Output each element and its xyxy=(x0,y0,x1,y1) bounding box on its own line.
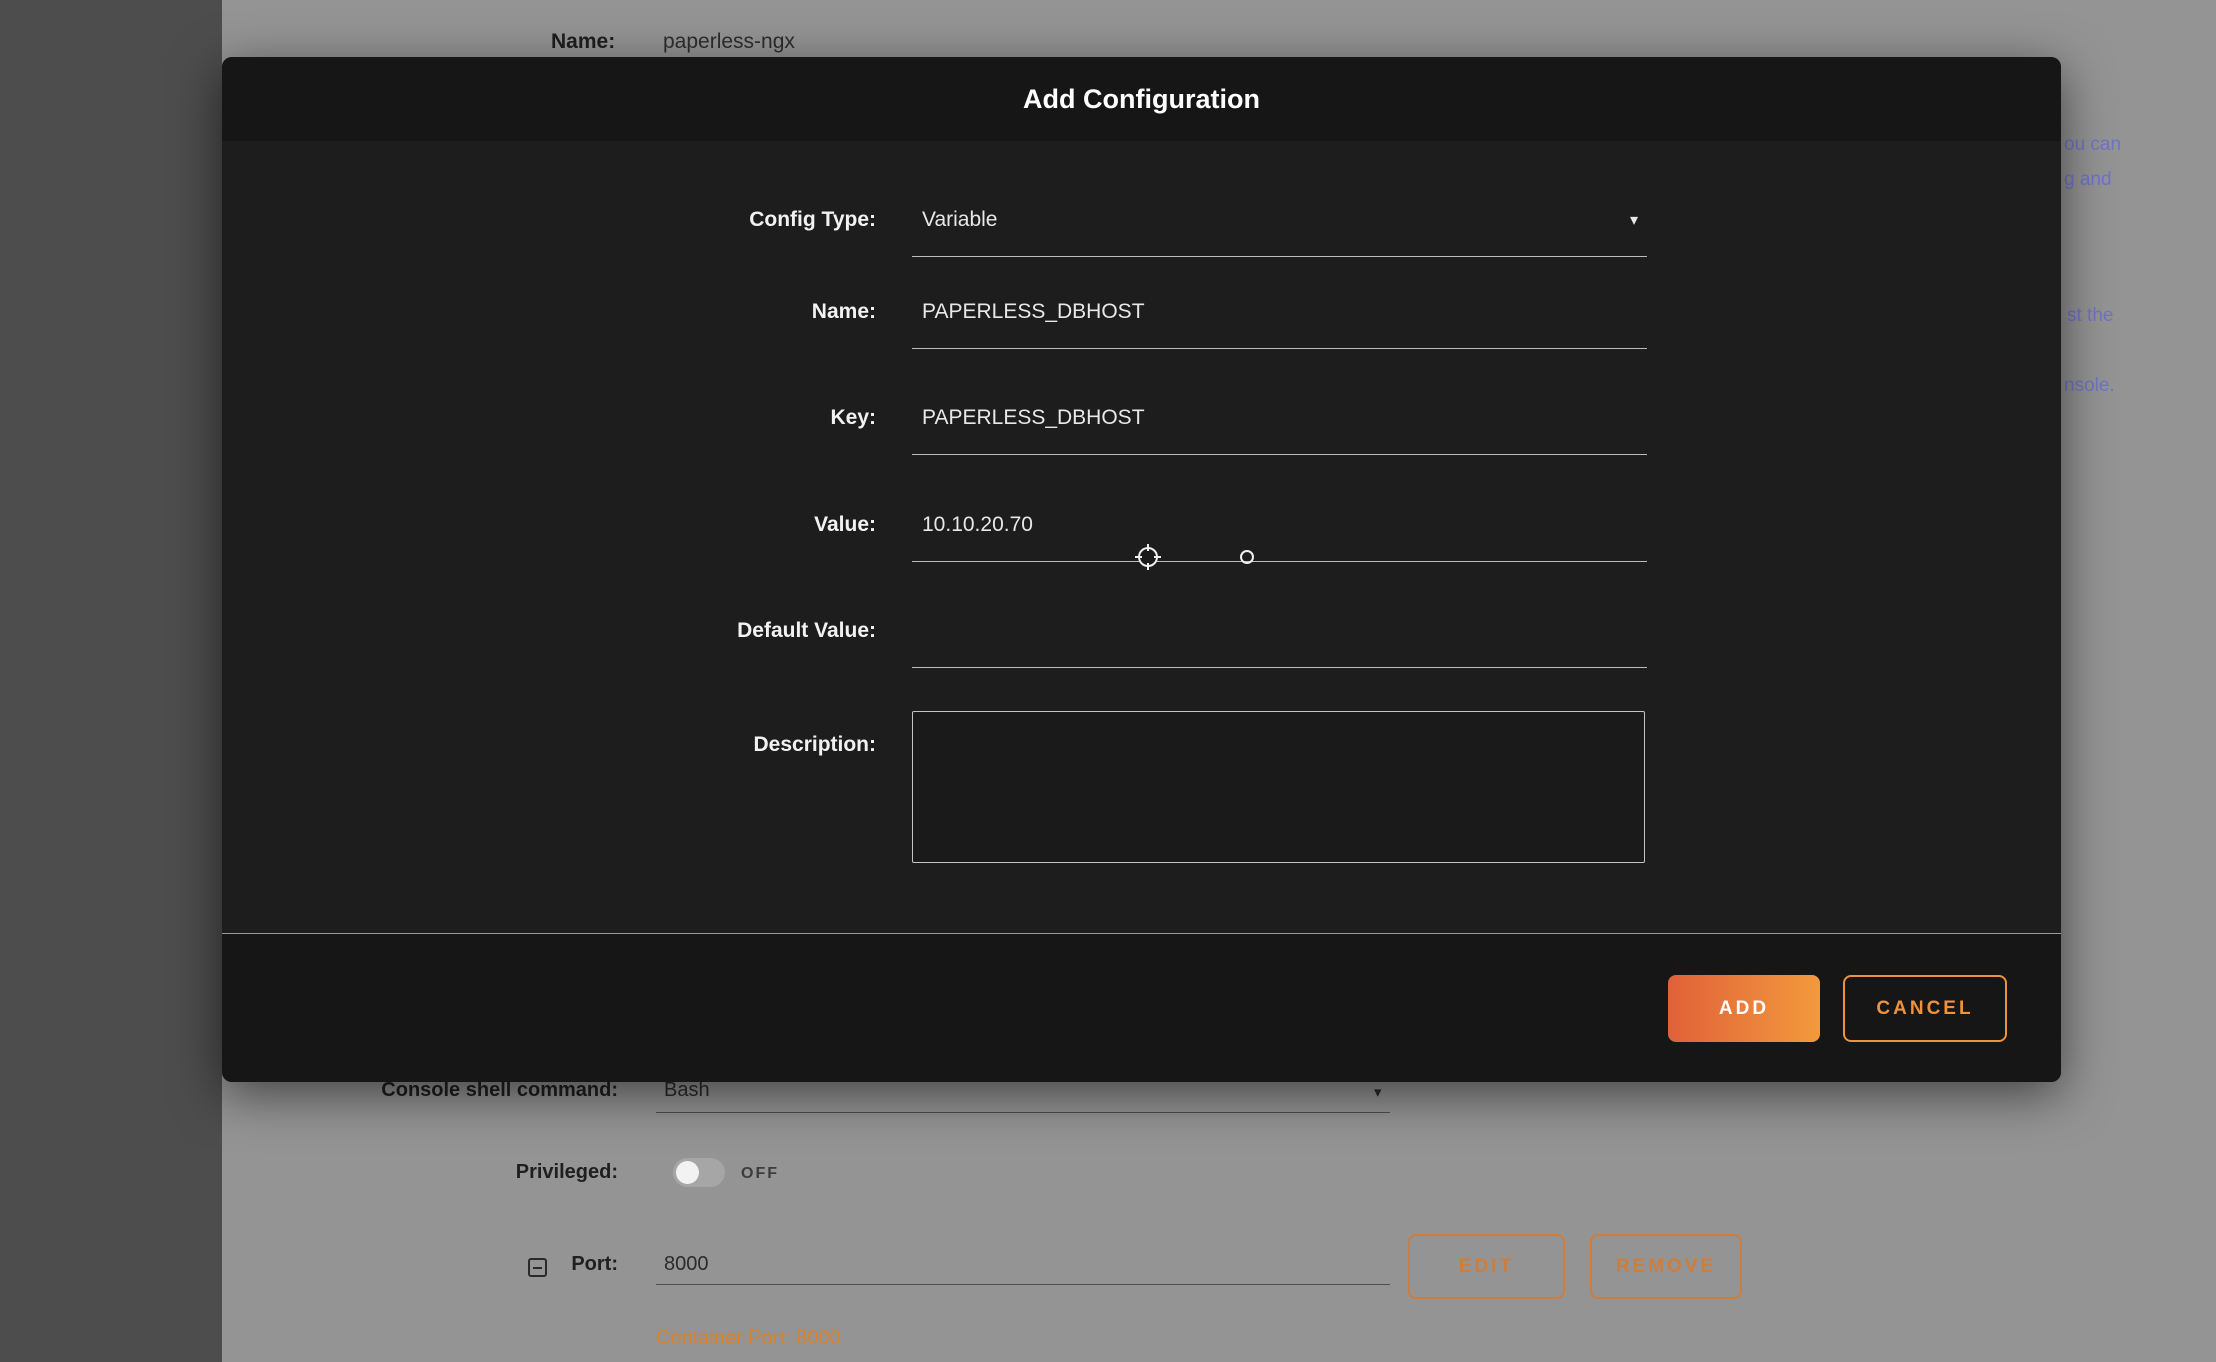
privileged-toggle[interactable] xyxy=(673,1158,725,1187)
name-input[interactable]: PAPERLESS_DBHOST xyxy=(922,300,1522,326)
modal-header: Add Configuration xyxy=(222,57,2061,141)
config-type-label: Config Type: xyxy=(642,208,876,232)
minus-glyph xyxy=(533,1267,542,1269)
console-shell-select[interactable]: Bash xyxy=(664,1079,710,1102)
mouse-cursor-icon xyxy=(1133,542,1163,572)
collapse-icon[interactable] xyxy=(528,1258,547,1277)
cancel-button[interactable]: CANCEL xyxy=(1843,975,2007,1042)
description-label: Description: xyxy=(642,733,876,757)
console-shell-label: Console shell command: xyxy=(349,1079,618,1102)
port-input[interactable]: 8000 xyxy=(664,1253,709,1276)
bg-text-fragment: nsole. xyxy=(2064,375,2115,397)
chevron-down-icon[interactable]: ▾ xyxy=(1630,210,1638,230)
description-textarea[interactable] xyxy=(912,711,1645,863)
key-label: Key: xyxy=(642,406,876,430)
bg-text-fragment: ou can xyxy=(2064,134,2121,156)
console-shell-underline xyxy=(656,1112,1390,1113)
privileged-state-text: OFF xyxy=(741,1165,779,1183)
modal-title: Add Configuration xyxy=(222,84,2061,115)
screen: Name: paperless-ngx ou can g and st the … xyxy=(0,0,2216,1362)
name-label: Name: xyxy=(642,300,876,324)
default-value-label: Default Value: xyxy=(642,619,876,643)
chevron-down-icon[interactable]: ▾ xyxy=(1374,1083,1382,1101)
edit-button[interactable]: EDIT xyxy=(1408,1234,1565,1299)
port-label: Port: xyxy=(549,1253,618,1276)
key-input[interactable]: PAPERLESS_DBHOST xyxy=(922,406,1522,432)
bg-name-value: paperless-ngx xyxy=(663,30,795,54)
toggle-knob xyxy=(676,1161,699,1184)
add-button[interactable]: ADD xyxy=(1668,975,1820,1042)
modal-separator xyxy=(222,933,2061,934)
value-input[interactable]: 10.10.20.70 xyxy=(922,513,1522,539)
bg-name-label: Name: xyxy=(551,30,615,54)
port-underline xyxy=(656,1284,1390,1285)
key-underline xyxy=(912,454,1647,455)
bg-text-fragment: st the xyxy=(2067,305,2113,327)
privileged-label: Privileged: xyxy=(349,1161,618,1184)
name-underline xyxy=(912,348,1647,349)
value-underline xyxy=(912,561,1647,562)
default-value-underline xyxy=(912,667,1647,668)
container-port-text: Container Port: 8000 xyxy=(656,1327,841,1350)
selection-handle-icon xyxy=(1240,550,1254,564)
bg-text-fragment: g and xyxy=(2064,169,2112,191)
value-label: Value: xyxy=(642,513,876,537)
default-value-input[interactable] xyxy=(922,619,1522,645)
config-type-underline xyxy=(912,256,1647,257)
remove-button[interactable]: REMOVE xyxy=(1590,1234,1742,1299)
config-type-select[interactable]: Variable xyxy=(922,208,1522,234)
